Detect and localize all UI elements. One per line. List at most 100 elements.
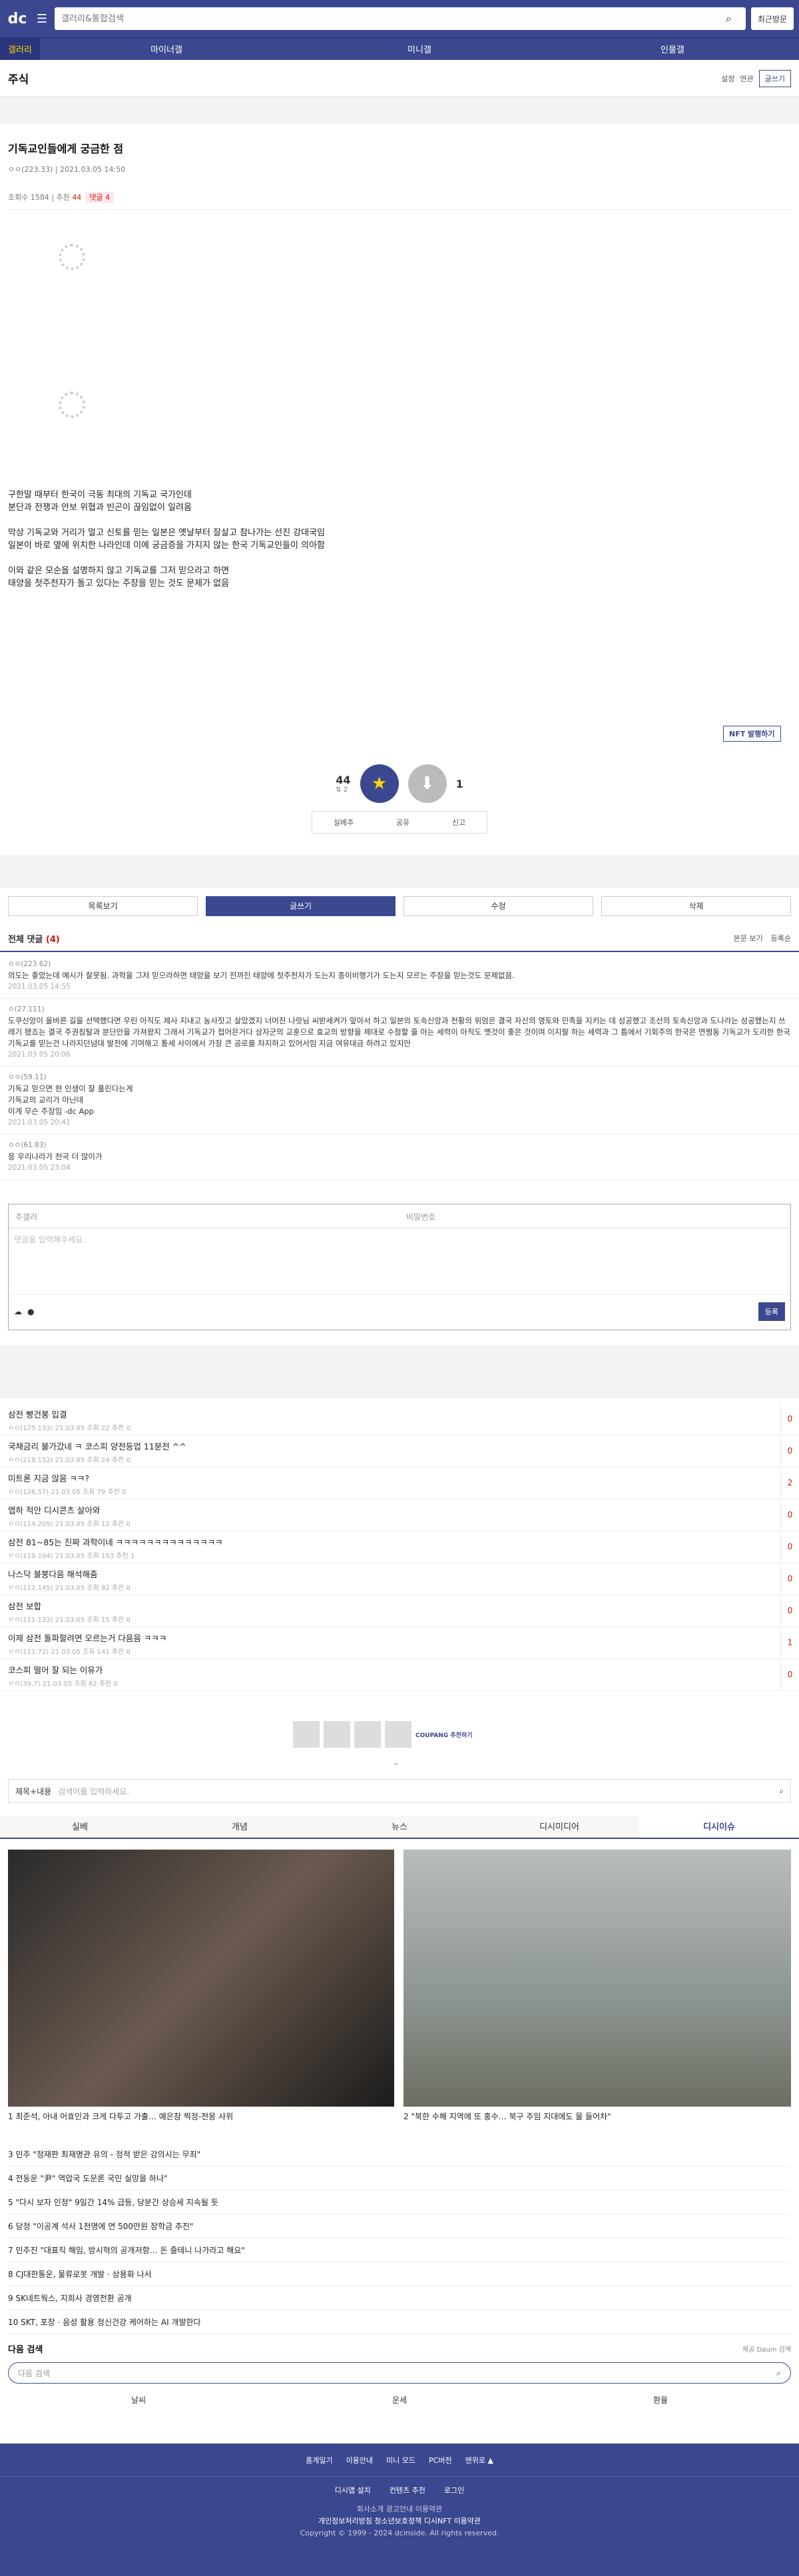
tab-media[interactable]: 디시미디어 bbox=[479, 1816, 639, 1838]
chevron-down-icon[interactable]: ⌄ bbox=[393, 1758, 400, 1767]
list-title[interactable]: 앱하 적안 디시콘츠 살아와 bbox=[8, 1503, 791, 1516]
search-type-select[interactable]: 제목+내용 bbox=[15, 1786, 51, 1797]
news-item[interactable]: 7 민주진 "대표직 해임, 방시혁의 공개저항… 돈 줄테니 나가라고 해요" bbox=[8, 2238, 791, 2262]
comment-author[interactable]: ㅇㅇ(223.62) bbox=[8, 959, 791, 970]
recommend-button[interactable]: ★ bbox=[360, 764, 399, 803]
ad-image[interactable] bbox=[385, 1721, 411, 1748]
footer-link[interactable]: 컨텐츠 추천 bbox=[390, 2485, 425, 2495]
ad-image[interactable] bbox=[293, 1721, 320, 1748]
list-item[interactable]: 삼전 빵건봉 입결 ㅇㅇ(125.133) 21.03.05 조회 22 추천 0… bbox=[0, 1404, 799, 1435]
photo-caption[interactable]: 1 최준석, 아내 어효인과 크게 다투고 가출… 예은창 찍정-전몽 사위 bbox=[8, 2111, 394, 2122]
news-item[interactable]: 4 전동운 "尹" 역압국 도문론 국민 실망을 하나" bbox=[8, 2167, 791, 2190]
list-title[interactable]: 코스피 떨어 잘 되는 이유가 bbox=[8, 1663, 791, 1676]
footer-link[interactable]: 맨위로 ▲ bbox=[465, 2455, 493, 2465]
list-title[interactable]: 이제 삼전 돌파할려면 오르는거 다음음 ㅋㅋㅋ bbox=[8, 1631, 791, 1644]
footer-link[interactable]: 이용안내 bbox=[346, 2455, 373, 2465]
footer-link[interactable]: 홈게일기 bbox=[306, 2455, 332, 2465]
comment-badge[interactable]: 댓글 4 bbox=[85, 192, 115, 203]
comment-author[interactable]: ㅇㅇ(61.83) bbox=[8, 1140, 791, 1151]
name-field[interactable]: 주갤러 bbox=[9, 1204, 400, 1228]
list-reply-count[interactable]: 2 bbox=[780, 1467, 799, 1499]
comment-author[interactable]: ㅇ(27.111) bbox=[8, 1004, 791, 1015]
news-item[interactable]: 8 CJ대한통운, 물류로봇 개발 · 상용화 나서 bbox=[8, 2262, 791, 2286]
tab-issue[interactable]: 디시이슈 bbox=[639, 1816, 799, 1838]
write-button[interactable]: 글쓰기 bbox=[758, 69, 791, 87]
list-title[interactable]: 미트론 지금 않음 ㅋㅋ? bbox=[8, 1471, 791, 1484]
search-icon[interactable]: ⌕ bbox=[726, 12, 739, 25]
list-reply-count[interactable]: 0 bbox=[780, 1499, 799, 1531]
dccon-icon[interactable]: ☁ bbox=[14, 1307, 22, 1316]
view-body[interactable]: 본문 보기 bbox=[734, 933, 763, 943]
daum-search-input[interactable]: 다음 검색 ⌕ bbox=[8, 2362, 791, 2384]
comment-author[interactable]: ㅇㅇ(59.11) bbox=[8, 1072, 791, 1083]
list-title[interactable]: 나스닥 불붕다음 해석해줌 bbox=[8, 1567, 791, 1580]
news-item[interactable]: 5 "다시 보자 인정" 9일간 14% 급등, 당분간 상승세 지속될 듯 bbox=[8, 2190, 791, 2214]
list-item[interactable]: 미트론 지금 않음 ㅋㅋ? ㅇㅇ(126.57) 21.03.05 조회 79 추… bbox=[0, 1467, 799, 1499]
keyword[interactable]: 환율 bbox=[530, 2394, 791, 2406]
ad-image[interactable] bbox=[354, 1721, 381, 1748]
keyword[interactable]: 운세 bbox=[269, 2394, 530, 2406]
ad-image[interactable] bbox=[324, 1721, 350, 1748]
footer-link[interactable]: 로그인 bbox=[444, 2485, 464, 2495]
nft-button[interactable]: NFT 발행하기 bbox=[723, 726, 781, 742]
password-field[interactable]: 비밀번호 bbox=[400, 1204, 790, 1228]
list-title[interactable]: 삼전 보합 bbox=[8, 1599, 791, 1612]
list-item[interactable]: 코스피 떨어 잘 되는 이유가 ㅇㅇ(39.7) 21.03.05 조회 62 추… bbox=[0, 1659, 799, 1691]
setting-link[interactable]: 설정 bbox=[721, 73, 734, 84]
nav-mini[interactable]: 미니갤 bbox=[293, 43, 546, 55]
list-reply-count[interactable]: 0 bbox=[780, 1531, 799, 1563]
comment-textarea[interactable]: 댓글을 입력해주세요. bbox=[9, 1228, 790, 1295]
voice-icon[interactable]: ● bbox=[27, 1307, 34, 1316]
news-photo[interactable] bbox=[403, 1850, 791, 2107]
footer-link[interactable]: PC버전 bbox=[429, 2455, 452, 2465]
lookup-button[interactable]: 실베추 bbox=[334, 817, 354, 828]
footer-link[interactable]: 미니 모드 bbox=[386, 2455, 415, 2465]
submit-button[interactable]: 등록 bbox=[758, 1302, 785, 1321]
dc-logo[interactable]: dc bbox=[5, 8, 29, 29]
sort-order[interactable]: 등록순 bbox=[771, 933, 791, 943]
edit-button[interactable]: 수정 bbox=[403, 896, 593, 916]
list-title[interactable]: 삼전 81~85는 진짜 과학이네 ㅋㅋㅋㅋㅋㅋㅋㅋㅋㅋㅋㅋㅋㅋ bbox=[8, 1535, 791, 1548]
search-input[interactable] bbox=[61, 13, 726, 24]
list-item[interactable]: 국채금리 불가갔네 ㅋ 코스피 양전등업 11분전 ^^ ㅇㅇ(218.152) … bbox=[0, 1435, 799, 1467]
list-reply-count[interactable]: 0 bbox=[780, 1659, 799, 1690]
coupang-ad[interactable]: COUPANG 추천하기 bbox=[415, 1730, 472, 1739]
list-item[interactable]: 앱하 적안 디시콘츠 살아와 ㅇㅇ(114.205) 21.03.05 조회 12… bbox=[0, 1499, 799, 1531]
news-item[interactable]: 10 SKT, 포장 · 음성 활용 정신건강 케어하는 AI 개발한다 bbox=[8, 2310, 791, 2334]
share-button[interactable]: 공유 bbox=[396, 817, 409, 828]
footer-text[interactable]: 개인정보처리방침 청소년보호정책 디시NFT 이용약관 bbox=[0, 2515, 799, 2527]
photo-caption[interactable]: 2 "북한 수해 지역에 또 홍수… 북구 주임 지대에도 물 들어차" bbox=[403, 2111, 791, 2122]
list-item[interactable]: 나스닥 불붕다음 해석해줌 ㅇㅇ(112.145) 21.03.05 조회 82 … bbox=[0, 1563, 799, 1595]
keyword[interactable]: 날씨 bbox=[8, 2394, 269, 2406]
post-author[interactable]: ㅇㅇ(223.33) bbox=[8, 165, 53, 174]
list-reply-count[interactable]: 0 bbox=[780, 1435, 799, 1467]
search-icon[interactable]: ⌕ bbox=[779, 1786, 784, 1796]
list-item[interactable]: 삼전 81~85는 진짜 과학이네 ㅋㅋㅋㅋㅋㅋㅋㅋㅋㅋㅋㅋㅋㅋ ㅇㅇ(119.1… bbox=[0, 1531, 799, 1563]
nav-minor[interactable]: 마이너갤 bbox=[40, 43, 293, 55]
list-reply-count[interactable]: 1 bbox=[780, 1627, 799, 1659]
search-icon[interactable]: ⌕ bbox=[776, 2368, 781, 2378]
ad-strip[interactable]: COUPANG 추천하기 bbox=[293, 1719, 506, 1750]
news-photo[interactable] bbox=[8, 1850, 394, 2107]
report-button[interactable]: 신고 bbox=[452, 817, 465, 828]
list-title[interactable]: 삼전 빵건봉 입결 bbox=[8, 1408, 791, 1420]
list-button[interactable]: 목록보기 bbox=[8, 896, 198, 916]
footer-link[interactable]: 디시앱 설치 bbox=[335, 2485, 371, 2495]
tab-concept[interactable]: 개념 bbox=[160, 1816, 320, 1838]
footer-text[interactable]: 회사소개 광고안내 이용약관 bbox=[0, 2503, 799, 2515]
write-button-2[interactable]: 글쓰기 bbox=[206, 896, 396, 916]
tab-silbe[interactable]: 실베 bbox=[0, 1816, 160, 1838]
news-item[interactable]: 9 SK네트웍스, 지희사 경영전환 공개 bbox=[8, 2286, 791, 2310]
nav-person[interactable]: 인물갤 bbox=[546, 43, 799, 55]
list-item[interactable]: 삼전 보합 ㅇㅇ(111.133) 21.03.05 조회 15 추천 0 0 bbox=[0, 1595, 799, 1627]
news-item[interactable]: 3 민주 "정재판 최재명관 유의 - 정적 받은 강의시는 무죄" bbox=[8, 2143, 791, 2167]
tab-news[interactable]: 뉴스 bbox=[320, 1816, 479, 1838]
news-item[interactable]: 6 당정 "이공계 석사 1천명에 연 500만원 장학금 추진" bbox=[8, 2214, 791, 2238]
list-item[interactable]: 이제 삼전 돌파할려면 오르는거 다음음 ㅋㅋㅋ ㅇㅇ(111.72) 21.03… bbox=[0, 1627, 799, 1659]
list-reply-count[interactable]: 0 bbox=[780, 1404, 799, 1435]
recent-button[interactable]: 최근방문 bbox=[750, 7, 794, 30]
gallery-search-input[interactable]: 검색어를 입력하세요. bbox=[58, 1786, 772, 1797]
list-reply-count[interactable]: 0 bbox=[780, 1563, 799, 1595]
gallery-title[interactable]: 주식 bbox=[8, 70, 721, 87]
delete-button[interactable]: 삭제 bbox=[601, 896, 791, 916]
